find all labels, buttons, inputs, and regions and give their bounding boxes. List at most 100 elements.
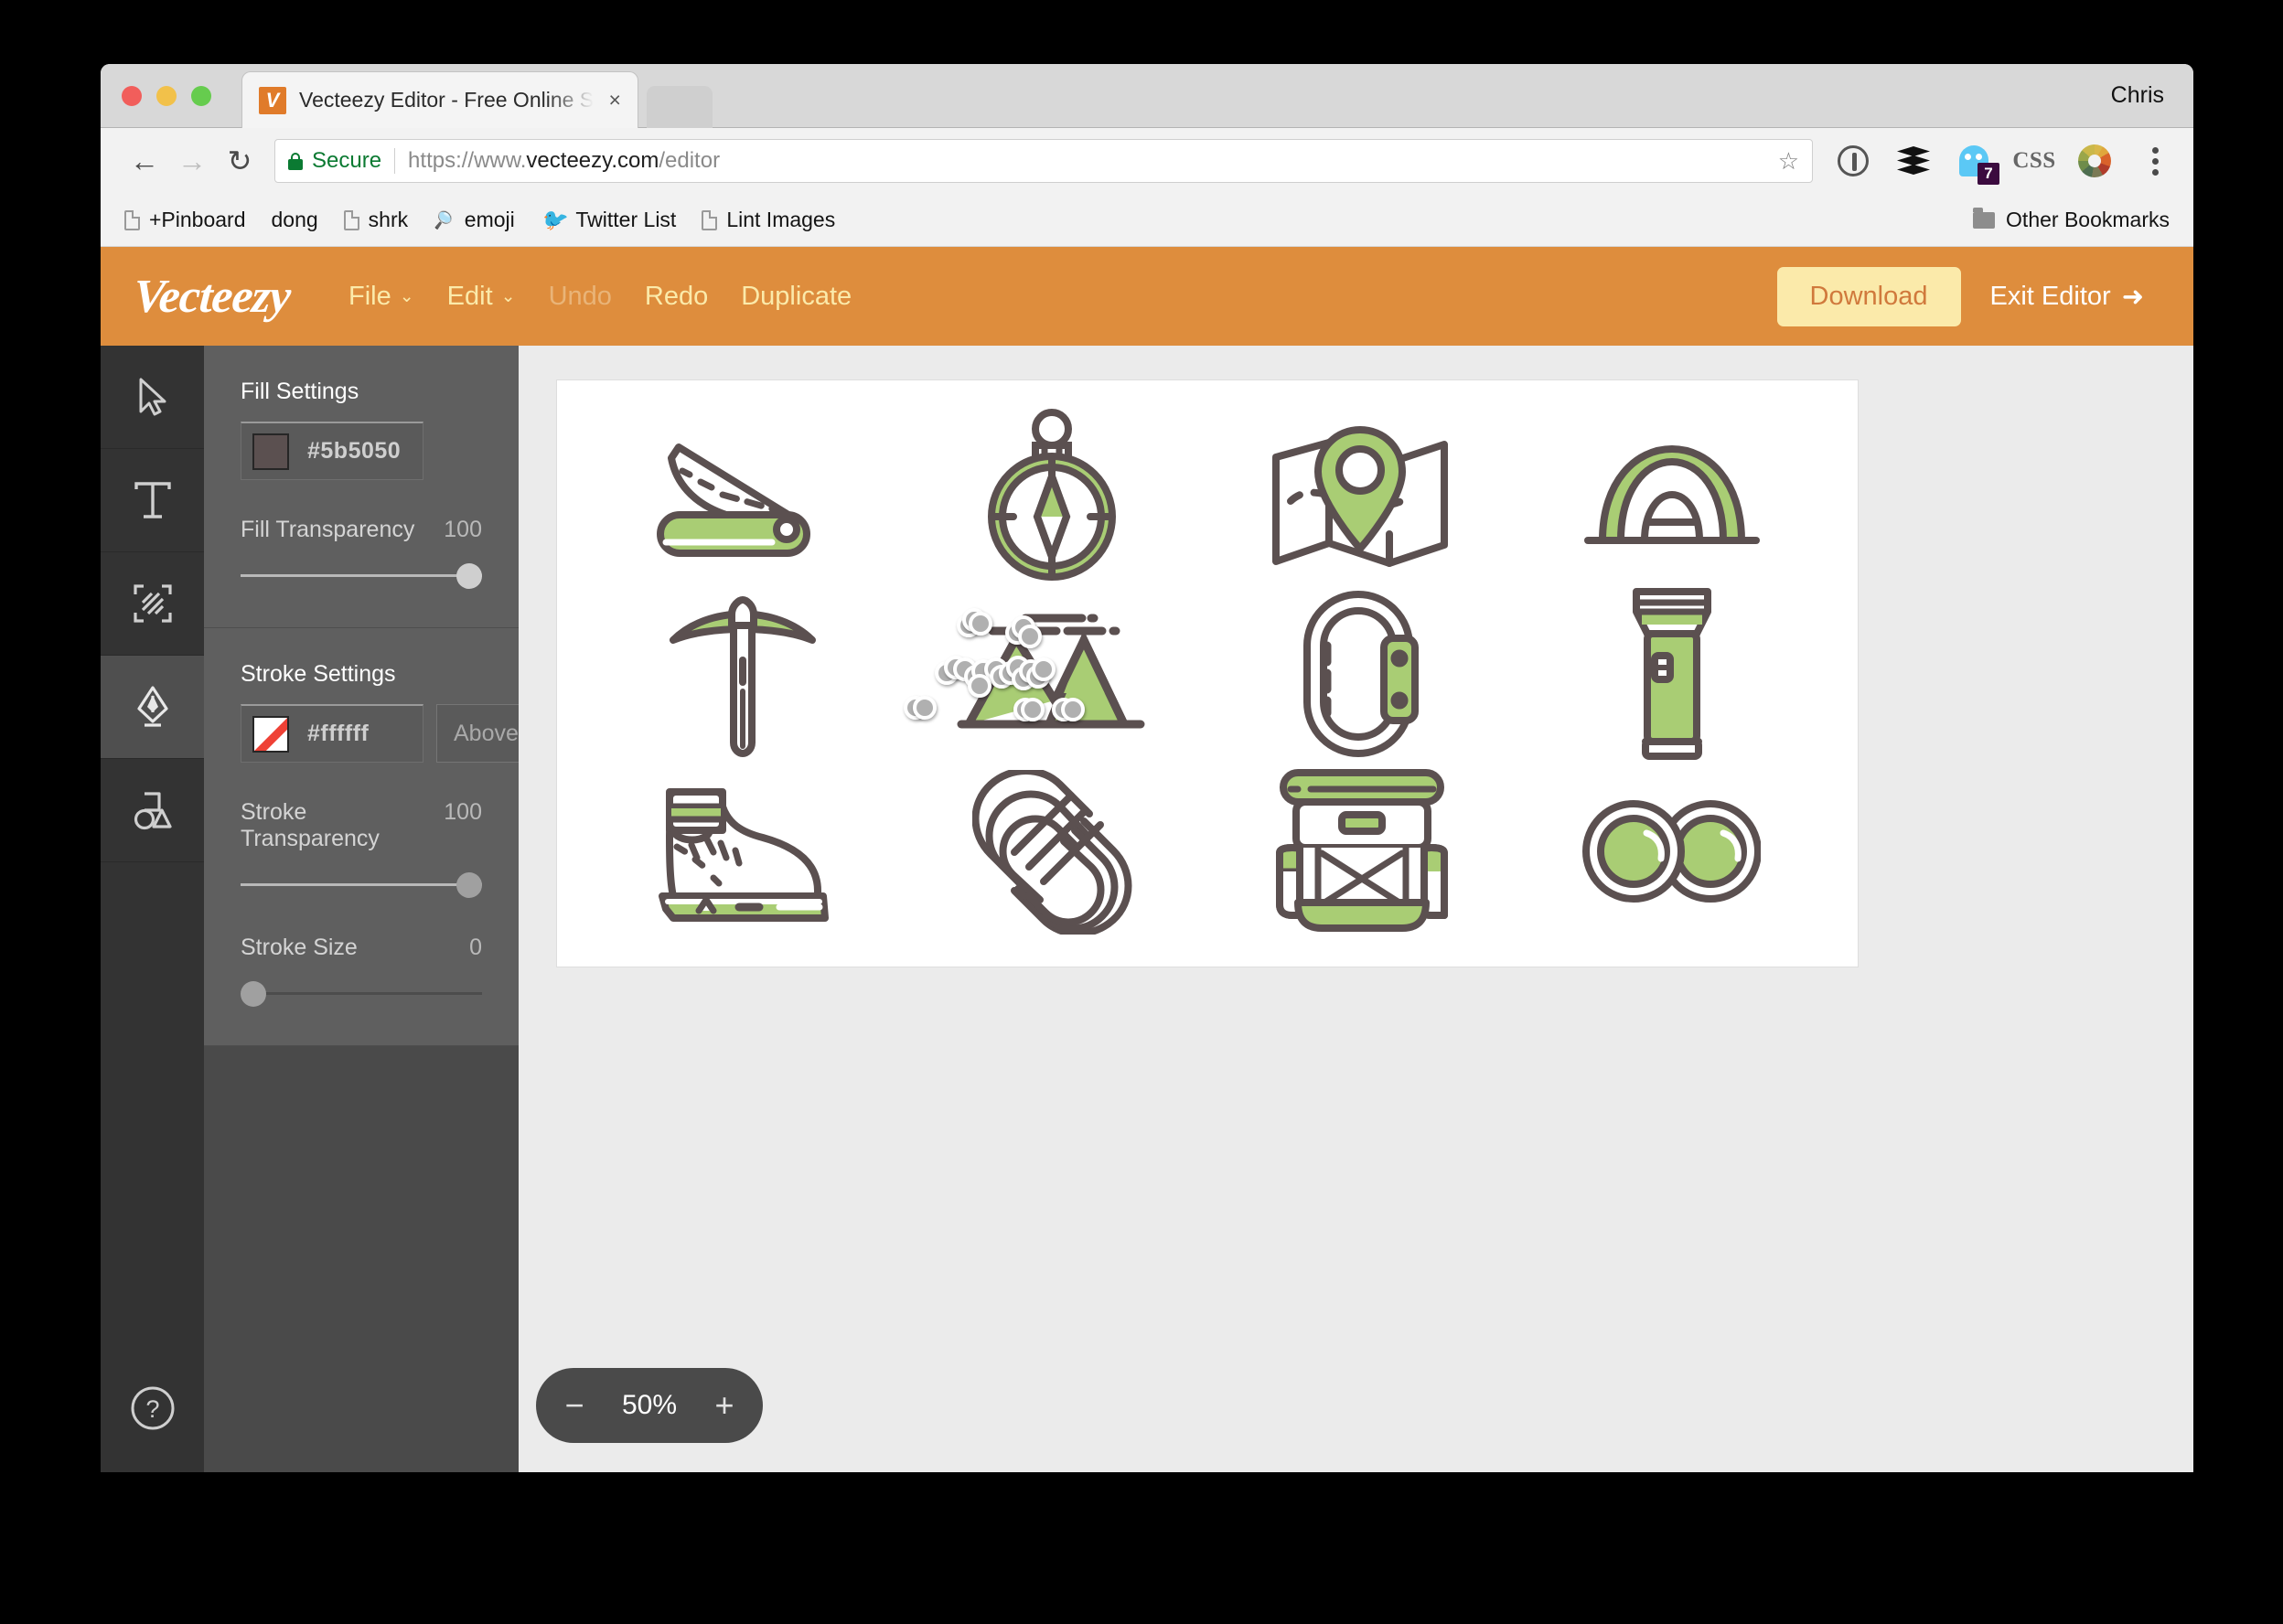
slider-thumb[interactable] — [456, 563, 482, 589]
bookmark-dong[interactable]: dong — [272, 208, 318, 232]
zoom-window-button[interactable] — [191, 86, 211, 106]
stroke-transparency-value: 100 — [444, 799, 482, 825]
bookmark-shrk[interactable]: shrk — [343, 208, 408, 232]
hiking-boot-icon[interactable] — [588, 763, 898, 941]
anchor-handle[interactable] — [1031, 657, 1056, 681]
close-tab-icon[interactable]: × — [603, 88, 627, 112]
layers-icon[interactable] — [1895, 143, 1932, 179]
canvas-area[interactable]: − 50% + — [519, 346, 2193, 1472]
pen-tool[interactable] — [101, 656, 204, 759]
new-tab-button[interactable] — [647, 86, 713, 128]
stroke-transparency-label: Stroke Transparency — [241, 799, 380, 851]
carabiner-icon[interactable] — [1207, 584, 1517, 763]
menu-duplicate[interactable]: Duplicate — [724, 282, 868, 312]
slider-thumb[interactable] — [241, 981, 266, 1007]
cursor-arrow-icon — [139, 378, 166, 416]
stroke-size-slider[interactable] — [241, 981, 482, 1007]
mountain-icon[interactable] — [898, 584, 1208, 763]
anchor-handle[interactable] — [1020, 698, 1045, 721]
browser-profile-name[interactable]: Chris — [2111, 82, 2164, 109]
fill-transparency-label: Fill Transparency — [241, 517, 415, 542]
pocket-knife-icon[interactable] — [588, 406, 898, 584]
slider-track — [241, 574, 482, 577]
text-icon — [134, 482, 171, 518]
stroke-size-label: Stroke Size — [241, 935, 358, 960]
address-bar[interactable]: Secure https://www.vecteezy.com/editor ☆ — [274, 139, 1813, 183]
other-bookmarks-button[interactable]: Other Bookmarks — [1973, 207, 2170, 232]
stroke-size-value: 0 — [469, 935, 482, 960]
compass-icon[interactable] — [898, 406, 1208, 584]
fill-transparency-slider[interactable] — [241, 563, 482, 589]
ice-axe-icon[interactable] — [588, 584, 898, 763]
tool-rail: ? — [101, 346, 204, 1472]
bookmark-emoji[interactable]: 🔍 emoji — [434, 208, 515, 232]
bookmark-star-icon[interactable]: ☆ — [1778, 147, 1799, 176]
chrome-menu-icon[interactable] — [2137, 143, 2173, 179]
fill-transparency-row: Fill Transparency 100 — [241, 517, 482, 543]
menu-edit[interactable]: Edit ⌄ — [431, 282, 532, 312]
bookmark-pinboard[interactable]: +Pinboard — [124, 208, 246, 232]
menu-file[interactable]: File ⌄ — [332, 282, 431, 312]
forward-icon[interactable]: → — [168, 137, 216, 185]
zoom-out-button[interactable]: − — [549, 1380, 600, 1431]
fill-settings-section: Fill Settings #5b5050 Fill Transparency … — [204, 346, 519, 628]
anchor-handle[interactable] — [912, 696, 937, 720]
menu-label: Duplicate — [741, 281, 852, 311]
close-window-button[interactable] — [122, 86, 142, 106]
binoculars-icon[interactable] — [1517, 763, 1827, 941]
artboard[interactable] — [556, 379, 1859, 967]
menu-label: File — [348, 281, 391, 311]
bookmarks-bar: +Pinboard dong shrk 🔍 emoji 🐦 Twitter List… — [101, 194, 2193, 247]
bookmark-lint-images[interactable]: Lint Images — [702, 208, 835, 232]
fill-color-hex: #5b5050 — [307, 438, 402, 464]
bookmark-label: Lint Images — [726, 208, 836, 231]
stroke-color-field[interactable]: #ffffff — [241, 704, 423, 763]
bookmark-label: Twitter List — [575, 208, 677, 231]
app-header: Vecteezy File ⌄ Edit ⌄ Undo Redo Duplicate… — [101, 247, 2193, 346]
select-tool[interactable] — [101, 346, 204, 449]
stroke-color-swatch[interactable] — [252, 715, 289, 753]
ghostery-icon[interactable]: 7 — [1956, 143, 1999, 185]
zoom-in-button[interactable]: + — [699, 1380, 750, 1431]
anchor-handle[interactable] — [967, 674, 991, 698]
fill-color-field[interactable]: #5b5050 — [241, 422, 423, 480]
1password-icon[interactable] — [1835, 143, 1871, 179]
text-tool[interactable] — [101, 449, 204, 552]
download-button[interactable]: Download — [1776, 266, 1961, 326]
exit-editor-button[interactable]: Exit Editor ➜ — [1974, 281, 2160, 313]
anchor-handle[interactable] — [968, 612, 992, 636]
stroke-transparency-slider[interactable] — [241, 872, 482, 898]
slider-track — [241, 883, 482, 886]
document-icon — [343, 209, 359, 230]
icon-grid — [557, 380, 1858, 967]
shapes-tool[interactable] — [101, 759, 204, 862]
anchor-handle[interactable] — [1060, 698, 1085, 721]
anchor-handle[interactable] — [1017, 625, 1042, 648]
menu-redo[interactable]: Redo — [628, 282, 724, 312]
zoom-control: − 50% + — [536, 1368, 763, 1443]
browser-tab[interactable]: V Vecteezy Editor - Free Online S × — [242, 72, 638, 128]
menu-label: Redo — [644, 281, 709, 311]
help-button[interactable]: ? — [101, 1344, 204, 1472]
bookmark-twitter-list[interactable]: 🐦 Twitter List — [541, 208, 677, 232]
reload-icon[interactable]: ↻ — [216, 137, 263, 185]
css-icon[interactable]: CSS — [2012, 143, 2055, 179]
color-wheel-icon[interactable] — [2076, 143, 2113, 179]
map-pin-icon[interactable] — [1207, 406, 1517, 584]
bookmark-label: +Pinboard — [149, 208, 246, 231]
bookmark-label: emoji — [464, 208, 515, 231]
rope-icon[interactable] — [898, 763, 1208, 941]
tent-icon[interactable] — [1517, 406, 1827, 584]
menu-undo[interactable]: Undo — [532, 282, 628, 312]
transform-tool[interactable] — [101, 552, 204, 656]
back-icon[interactable]: ← — [121, 137, 168, 185]
flashlight-icon[interactable] — [1517, 584, 1827, 763]
vecteezy-logo[interactable]: Vecteezy — [132, 270, 292, 324]
fill-color-swatch[interactable] — [252, 433, 289, 470]
minimize-window-button[interactable] — [156, 86, 177, 106]
backpack-icon[interactable] — [1207, 763, 1517, 941]
slider-thumb[interactable] — [456, 872, 482, 898]
svg-text:?: ? — [145, 1395, 159, 1423]
twitter-icon: 🐦 — [540, 208, 567, 231]
folder-icon — [1973, 207, 1996, 229]
